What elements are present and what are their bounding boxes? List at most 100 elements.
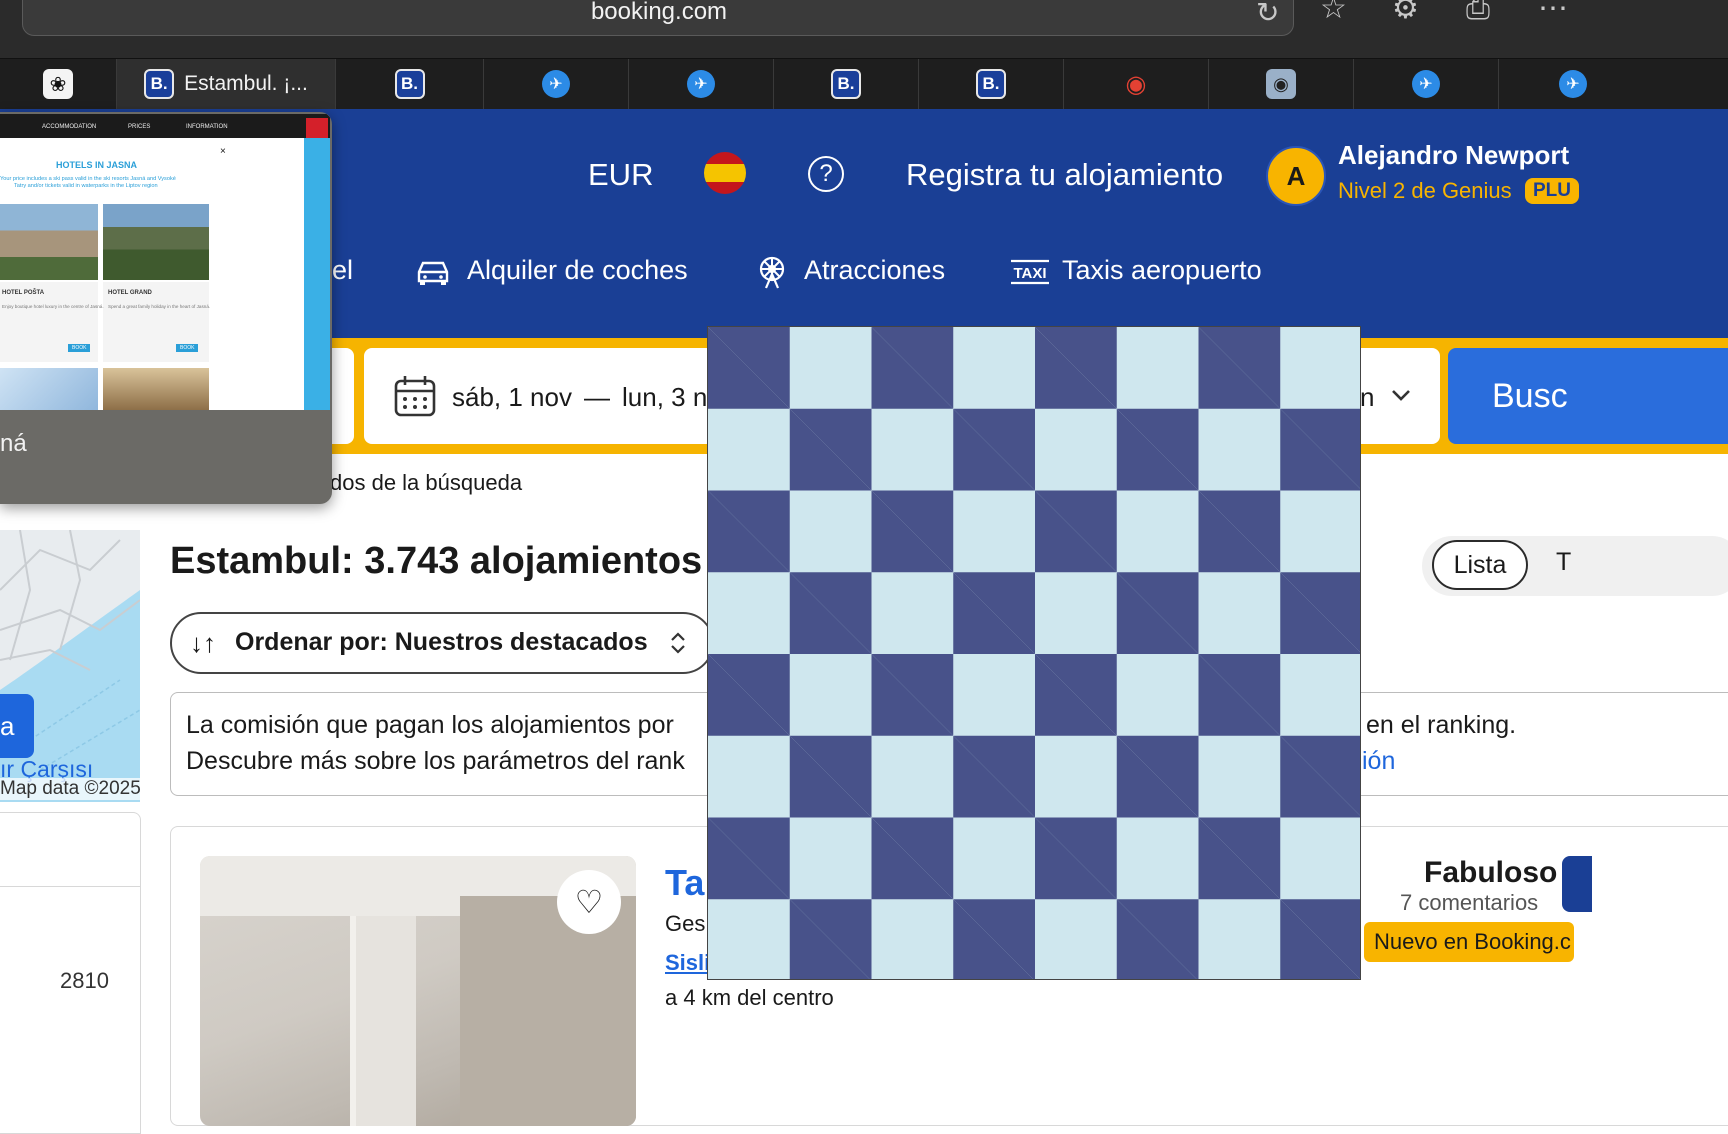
reload-icon[interactable]: ↻ (1256, 0, 1279, 28)
preview-logo (306, 118, 328, 140)
plane-icon: ✈ (687, 70, 715, 98)
preview-hotel-photo (103, 204, 209, 280)
tab-preview-popup[interactable]: ACCOMMODATION PRICES INFORMATION × HOTEL… (0, 112, 332, 504)
date-separator: — (584, 382, 610, 412)
preview-hotel-desc: Spend a great family holiday in the hear… (108, 304, 211, 309)
google-maps-icon: ◉ (1125, 70, 1147, 98)
review-count: 7 comentarios (1400, 890, 1539, 915)
property-name[interactable]: Ta (665, 862, 704, 904)
plane-icon: ✈ (1412, 70, 1440, 98)
preview-subtitle: Tatry and/or tickets valid in waterparks… (14, 183, 158, 189)
svg-text:TAXI: TAXI (1013, 265, 1046, 282)
taxi-icon: TAXI (1011, 258, 1049, 286)
preview-hotel-photo (0, 204, 98, 280)
calendar-icon (393, 374, 437, 418)
map-button[interactable]: a (0, 694, 34, 758)
help-icon[interactable]: ? (808, 156, 844, 192)
property-distance: a 4 km del centro (665, 985, 834, 1010)
rating-word: Fabuloso (1424, 856, 1558, 889)
user-name[interactable]: Alejandro Newport (1338, 140, 1569, 171)
other-view-button[interactable]: T (1556, 548, 1571, 577)
nav-item-stays[interactable]: el (332, 255, 353, 286)
tab-booking[interactable]: B. (774, 59, 919, 109)
preview-page: ACCOMMODATION PRICES INFORMATION × HOTEL… (0, 114, 330, 410)
preview-caption: ná (0, 430, 27, 457)
list-view-button[interactable]: Lista (1432, 540, 1528, 590)
booking-icon: B. (976, 69, 1006, 99)
filter-count: 2810 (60, 968, 109, 993)
photo-wall (460, 896, 636, 1126)
disney-icon: ◉ (1266, 69, 1296, 99)
tab-booking[interactable]: B. (336, 59, 484, 109)
tab-google-maps[interactable]: ◉ (1064, 59, 1209, 109)
preview-nav-item: ACCOMMODATION (42, 124, 97, 130)
notice-line-1-end: en el ranking. (1366, 711, 1517, 739)
sort-chevron-icon (668, 630, 688, 656)
preview-book-button: BOOK (176, 344, 199, 352)
tab-flights[interactable]: ✈ (1499, 59, 1728, 109)
preview-hotel-photo (103, 368, 209, 410)
results-title: Estambul: 3.743 alojamientos (170, 540, 703, 582)
attractions-icon (754, 252, 790, 290)
tab-title: Estambul. ¡... (184, 72, 308, 95)
tab-booking[interactable]: B. (919, 59, 1064, 109)
filter-divider (0, 886, 140, 887)
preview-sidebar (304, 138, 330, 410)
notice-line-1: La comisión que pagan los alojamientos p… (186, 711, 674, 739)
url-text[interactable]: booking.com (0, 0, 1318, 26)
tab-flights[interactable]: ✈ (484, 59, 629, 109)
avatar[interactable]: A (1266, 146, 1326, 206)
genius-plus-badge: PLU (1525, 178, 1579, 204)
sort-label: Ordenar por: Nuestros destacados (235, 628, 648, 656)
list-property-link[interactable]: Registra tu alojamiento (906, 157, 1223, 193)
map-attribution: Map data ©2025 (0, 778, 140, 800)
plane-icon: ✈ (542, 70, 570, 98)
booking-icon: B. (144, 69, 175, 99)
preview-book-button: BOOK (68, 344, 91, 352)
chevron-down-icon (1390, 388, 1412, 402)
preview-heading: HOTELS IN JASNA (56, 160, 138, 170)
heart-icon[interactable]: ♡ (557, 870, 621, 934)
print-icon[interactable]: ⎙ (1466, 0, 1490, 24)
nav-item-attractions[interactable]: Atracciones (804, 255, 945, 286)
bookmark-star-icon[interactable]: ☆ (1320, 0, 1347, 24)
booking-icon: B. (394, 69, 425, 99)
checkerboard-overlay (707, 326, 1361, 980)
more-icon[interactable]: ⋯ (1538, 0, 1568, 24)
nav-item-car-rental[interactable]: Alquiler de coches (467, 255, 688, 286)
check-in-date: sáb, 1 nov (452, 382, 572, 412)
currency-selector[interactable]: EUR (588, 157, 653, 193)
property-location-link[interactable]: Sisli (665, 950, 710, 976)
tab-chatgpt[interactable]: ❀ (0, 59, 117, 109)
car-icon (414, 258, 452, 286)
browser-toolbar: ▤ booking.com ↻ ☆ ⚙ ⎙ ⋯ (0, 0, 1728, 58)
search-button[interactable]: Busc (1448, 348, 1728, 444)
nav-item-airport-taxis[interactable]: Taxis aeropuerto (1062, 255, 1262, 286)
settings-gear-icon[interactable]: ⚙ (1392, 0, 1419, 24)
score-badge (1562, 856, 1592, 912)
tab-strip: ❀ B. Estambul. ¡... B. ✈ ✈ B. B. ◉ ◉ ✈ ✈ (0, 58, 1728, 109)
notice-line-2: Descubre más sobre los parámetros del ra… (186, 747, 685, 775)
tab-disney[interactable]: ◉ (1209, 59, 1354, 109)
tab-flights[interactable]: ✈ (629, 59, 774, 109)
tab-booking-estambul[interactable]: B. Estambul. ¡... (117, 59, 336, 109)
spain-flag-icon[interactable] (704, 152, 746, 194)
notice-link[interactable]: ión (1362, 747, 1395, 776)
preview-hotel-photo (0, 368, 98, 410)
new-on-booking-badge: Nuevo en Booking.c (1364, 922, 1574, 962)
property-manager: Ges (665, 911, 706, 936)
breadcrumb[interactable]: dos de la búsqueda (330, 470, 522, 496)
preview-hotel-desc: Enjoy boutique hotel luxury in the centr… (2, 304, 104, 309)
sort-arrows-icon: ↓↑ (190, 628, 216, 658)
map-thumbnail[interactable]: a ır Çarşısı Map data ©2025 (0, 530, 140, 802)
check-out-date: lun, 3 n (622, 382, 708, 412)
plane-icon: ✈ (1559, 70, 1587, 98)
chatgpt-icon: ❀ (43, 69, 73, 99)
occupancy-text: n (1360, 382, 1375, 412)
preview-nav-item: PRICES (128, 124, 151, 130)
preview-subtitle: Your price includes a ski pass valid in … (0, 176, 176, 182)
preview-hotel-name: HOTEL GRAND (108, 290, 152, 296)
tab-flights[interactable]: ✈ (1354, 59, 1499, 109)
genius-level: Nivel 2 de Genius (1338, 178, 1512, 203)
preview-nav-item: INFORMATION (186, 124, 228, 130)
